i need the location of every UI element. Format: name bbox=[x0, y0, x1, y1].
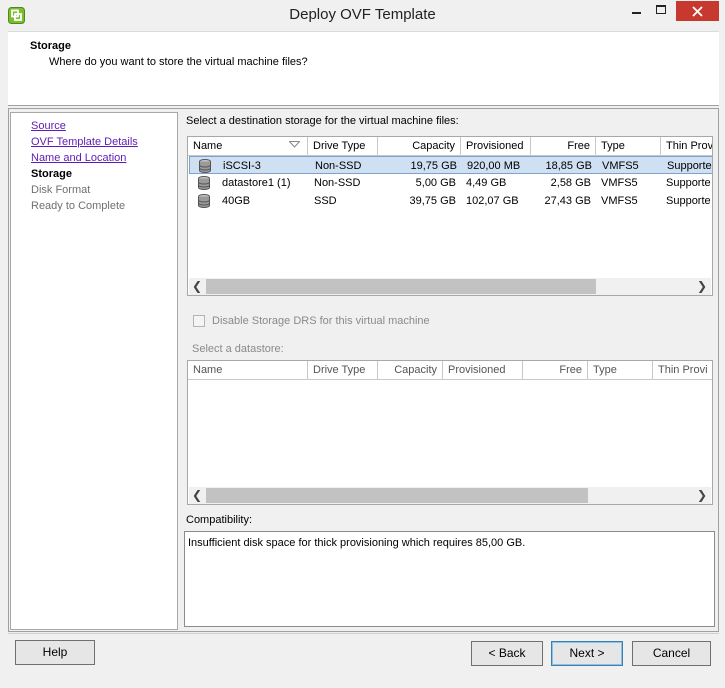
cell-capacity: 19,75 GB bbox=[410, 160, 457, 172]
cell-thin-provisioning: Supporte bbox=[666, 195, 711, 207]
disable-storage-drs-label: Disable Storage DRS for this virtual mac… bbox=[212, 315, 430, 327]
cell-drive-type: SSD bbox=[314, 195, 337, 207]
step-ovf-template-details[interactable]: OVF Template Details bbox=[31, 134, 138, 150]
destination-label: Select a destination storage for the vir… bbox=[186, 115, 459, 127]
cell-type: VMFS5 bbox=[602, 160, 639, 172]
scrollbar-thumb[interactable] bbox=[206, 488, 588, 503]
horizontal-scrollbar[interactable]: ❮ ❯ bbox=[189, 278, 711, 295]
maximize-icon bbox=[656, 5, 666, 14]
scroll-right-icon[interactable]: ❯ bbox=[697, 487, 707, 503]
cell-free: 27,43 GB bbox=[544, 195, 591, 207]
header-panel: Storage Where do you want to store the v… bbox=[8, 31, 719, 106]
title-bar: Deploy OVF Template bbox=[0, 0, 725, 31]
column-label: Name bbox=[193, 140, 223, 152]
cell-free: 18,85 GB bbox=[545, 160, 592, 172]
cell-type: VMFS5 bbox=[601, 195, 638, 207]
column-header-free[interactable]: Free bbox=[523, 361, 588, 380]
cell-provisioned: 102,07 GB bbox=[466, 195, 519, 207]
wizard-steps: Source OVF Template Details Name and Loc… bbox=[10, 112, 178, 630]
column-header-capacity[interactable]: Capacity bbox=[378, 361, 443, 380]
column-header-drive-type[interactable]: Drive Type bbox=[308, 137, 378, 156]
page-subtitle: Where do you want to store the virtual m… bbox=[49, 56, 308, 68]
column-header-capacity[interactable]: Capacity bbox=[378, 137, 461, 156]
help-button[interactable]: Help bbox=[15, 640, 95, 665]
footer-divider bbox=[8, 633, 719, 634]
step-name-and-location[interactable]: Name and Location bbox=[31, 150, 126, 166]
next-button[interactable]: Next > bbox=[551, 641, 623, 666]
compatibility-message: Insufficient disk space for thick provis… bbox=[188, 537, 526, 549]
column-header-provisioned[interactable]: Provisioned bbox=[461, 137, 531, 156]
table-header: Name Drive Type Capacity Provisioned Fre… bbox=[188, 137, 712, 156]
close-icon bbox=[692, 6, 703, 17]
step-storage: Storage bbox=[31, 168, 72, 180]
step-source[interactable]: Source bbox=[31, 118, 66, 134]
scrollbar-thumb[interactable] bbox=[206, 279, 596, 294]
content-area: Source OVF Template Details Name and Loc… bbox=[8, 108, 719, 632]
cell-drive-type: Non-SSD bbox=[314, 177, 361, 189]
cell-type: VMFS5 bbox=[601, 177, 638, 189]
cell-thin-provisioning: Supporte bbox=[667, 160, 712, 172]
maximize-button[interactable] bbox=[654, 0, 674, 22]
scroll-left-icon[interactable]: ❮ bbox=[192, 487, 202, 503]
table-row[interactable]: datastore1 (1) Non-SSD 5,00 GB 4,49 GB 2… bbox=[189, 174, 712, 192]
datastore-table: Name Drive Type Capacity Provisioned Fre… bbox=[187, 360, 713, 505]
scroll-right-icon[interactable]: ❯ bbox=[697, 278, 707, 294]
column-header-type[interactable]: Type bbox=[588, 361, 653, 380]
cell-name: 40GB bbox=[222, 195, 251, 207]
column-header-drive-type[interactable]: Drive Type bbox=[308, 361, 378, 380]
cell-provisioned: 4,49 GB bbox=[466, 177, 507, 189]
cell-capacity: 5,00 GB bbox=[415, 177, 456, 189]
step-disk-format: Disk Format bbox=[31, 184, 91, 196]
column-header-thin-provisioning[interactable]: Thin Provi bbox=[653, 361, 712, 380]
destination-storage-table: Name Drive Type Capacity Provisioned Fre… bbox=[187, 136, 713, 296]
cell-free: 2,58 GB bbox=[550, 177, 591, 189]
sort-icon bbox=[289, 141, 300, 148]
scroll-left-icon[interactable]: ❮ bbox=[192, 278, 202, 294]
column-header-type[interactable]: Type bbox=[596, 137, 661, 156]
cancel-button[interactable]: Cancel bbox=[632, 641, 711, 666]
minimize-button[interactable] bbox=[620, 0, 654, 22]
minimize-icon bbox=[632, 12, 641, 14]
compatibility-label: Compatibility: bbox=[186, 514, 253, 526]
column-header-provisioned[interactable]: Provisioned bbox=[443, 361, 523, 380]
cell-provisioned: 920,00 MB bbox=[467, 160, 521, 172]
cell-name: iSCSI-3 bbox=[223, 160, 261, 172]
cell-capacity: 39,75 GB bbox=[409, 195, 456, 207]
compatibility-message-box: Insufficient disk space for thick provis… bbox=[184, 531, 715, 627]
cell-name: datastore1 (1) bbox=[222, 177, 291, 189]
window-title: Deploy OVF Template bbox=[289, 6, 436, 23]
column-header-free[interactable]: Free bbox=[531, 137, 596, 156]
page-title: Storage bbox=[30, 40, 71, 52]
back-button[interactable]: < Back bbox=[471, 641, 543, 666]
column-header-thin-provisioning[interactable]: Thin Prov bbox=[661, 137, 712, 156]
table-header: Name Drive Type Capacity Provisioned Fre… bbox=[188, 361, 712, 380]
select-datastore-label: Select a datastore: bbox=[192, 343, 284, 355]
table-row[interactable]: 40GB SSD 39,75 GB 102,07 GB 27,43 GB VMF… bbox=[189, 192, 712, 210]
step-ready-to-complete: Ready to Complete bbox=[31, 200, 126, 212]
column-header-name[interactable]: Name bbox=[188, 361, 308, 380]
horizontal-scrollbar[interactable]: ❮ ❯ bbox=[189, 487, 711, 504]
cell-thin-provisioning: Supporte bbox=[666, 177, 711, 189]
column-header-name[interactable]: Name bbox=[188, 137, 308, 156]
cell-drive-type: Non-SSD bbox=[315, 160, 362, 172]
database-icon bbox=[199, 159, 211, 173]
close-button[interactable] bbox=[676, 1, 719, 21]
database-icon bbox=[198, 194, 210, 208]
database-icon bbox=[198, 176, 210, 190]
disable-storage-drs-checkbox[interactable] bbox=[193, 315, 205, 327]
table-row[interactable]: iSCSI-3 Non-SSD 19,75 GB 920,00 MB 18,85… bbox=[189, 156, 712, 174]
